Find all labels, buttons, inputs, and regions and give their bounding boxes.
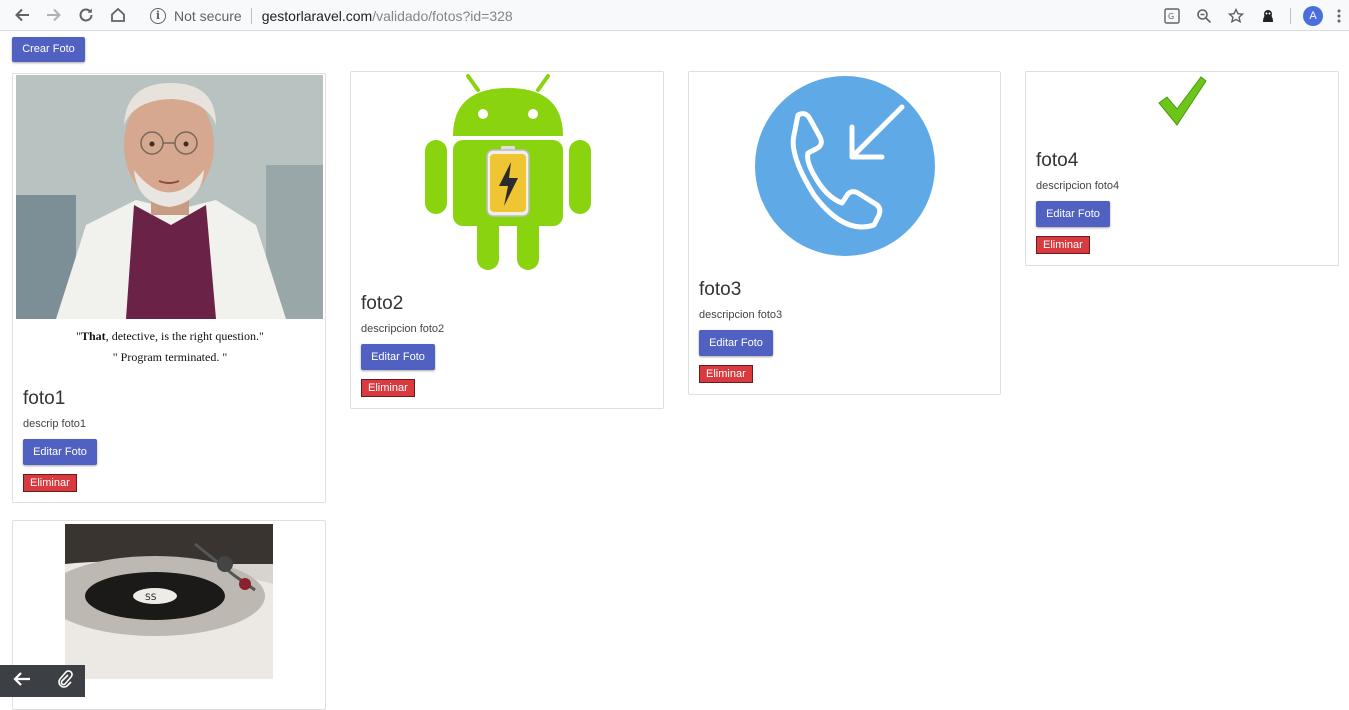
- paperclip-icon[interactable]: [57, 669, 73, 693]
- caption-line1: , detective, is the right question.": [105, 329, 264, 343]
- eliminar-button[interactable]: Eliminar: [23, 474, 77, 492]
- incoming-call-image: [754, 75, 936, 257]
- eliminar-button[interactable]: Eliminar: [361, 379, 415, 397]
- translate-icon[interactable]: G: [1156, 3, 1188, 29]
- home-icon[interactable]: [102, 2, 134, 28]
- photo-image: [16, 75, 323, 319]
- checkmark-image: [1157, 75, 1207, 127]
- photo-description: descripcion foto3: [699, 309, 783, 321]
- forward-icon[interactable]: [38, 2, 70, 28]
- address-bar[interactable]: i Not secure gestorlaravel.com/validado/…: [140, 0, 513, 31]
- photo-description: descrip foto1: [23, 418, 86, 430]
- toolbar-actions: G A: [1156, 0, 1349, 31]
- menu-kebab-icon[interactable]: [1329, 3, 1349, 29]
- editar-foto-button[interactable]: Editar Foto: [699, 330, 773, 356]
- back-arrow-icon[interactable]: [12, 670, 32, 693]
- url-host: gestorlaravel.com: [261, 7, 373, 24]
- turntable-image: SS: [65, 524, 273, 679]
- url-path: /validado/fotos?id=328: [372, 7, 513, 24]
- photo-description: descripcion foto2: [361, 323, 445, 335]
- zoom-icon[interactable]: [1188, 3, 1220, 29]
- bookmark-star-icon[interactable]: [1220, 3, 1252, 29]
- svg-text:G: G: [1168, 12, 1174, 21]
- security-label: Not secure: [174, 7, 242, 24]
- profile-avatar[interactable]: A: [1303, 5, 1323, 26]
- caption-line2: " Program terminated. ": [112, 350, 228, 364]
- caption-bold: That: [81, 329, 106, 343]
- back-icon[interactable]: [6, 2, 38, 28]
- info-icon[interactable]: i: [150, 7, 166, 24]
- photo-title: foto3: [699, 279, 742, 300]
- toolbar-divider: [1290, 7, 1291, 24]
- editar-foto-button[interactable]: Editar Foto: [1036, 201, 1110, 227]
- reload-icon[interactable]: [70, 2, 102, 28]
- svg-text:SS: SS: [145, 593, 157, 603]
- editar-foto-button[interactable]: Editar Foto: [361, 344, 435, 370]
- eliminar-button[interactable]: Eliminar: [1036, 236, 1090, 254]
- eliminar-button[interactable]: Eliminar: [699, 365, 753, 383]
- crear-foto-button[interactable]: Crear Foto: [12, 37, 85, 62]
- extension-icon[interactable]: [1252, 3, 1284, 29]
- photo-card: foto4 descripcion foto4 Editar Foto Elim…: [1025, 71, 1339, 266]
- bottom-overlay-bar: [0, 665, 85, 697]
- browser-toolbar: i Not secure gestorlaravel.com/validado/…: [0, 0, 1349, 31]
- photo-card: "That, detective, is the right question.…: [12, 73, 326, 503]
- photo-card: foto3 descripcion foto3 Editar Foto Elim…: [688, 71, 1001, 395]
- editar-foto-button[interactable]: Editar Foto: [23, 439, 97, 465]
- photo-title: foto4: [1036, 150, 1079, 171]
- photo-title: foto1: [23, 388, 66, 409]
- image-caption: "That, detective, is the right question.…: [13, 326, 327, 368]
- android-battery-image: [423, 74, 593, 272]
- photo-description: descripcion foto4: [1036, 180, 1120, 192]
- omnibox-divider: [250, 7, 252, 24]
- photo-title: foto2: [361, 293, 404, 314]
- photo-card: foto2 descripcion foto2 Editar Foto Elim…: [350, 71, 664, 409]
